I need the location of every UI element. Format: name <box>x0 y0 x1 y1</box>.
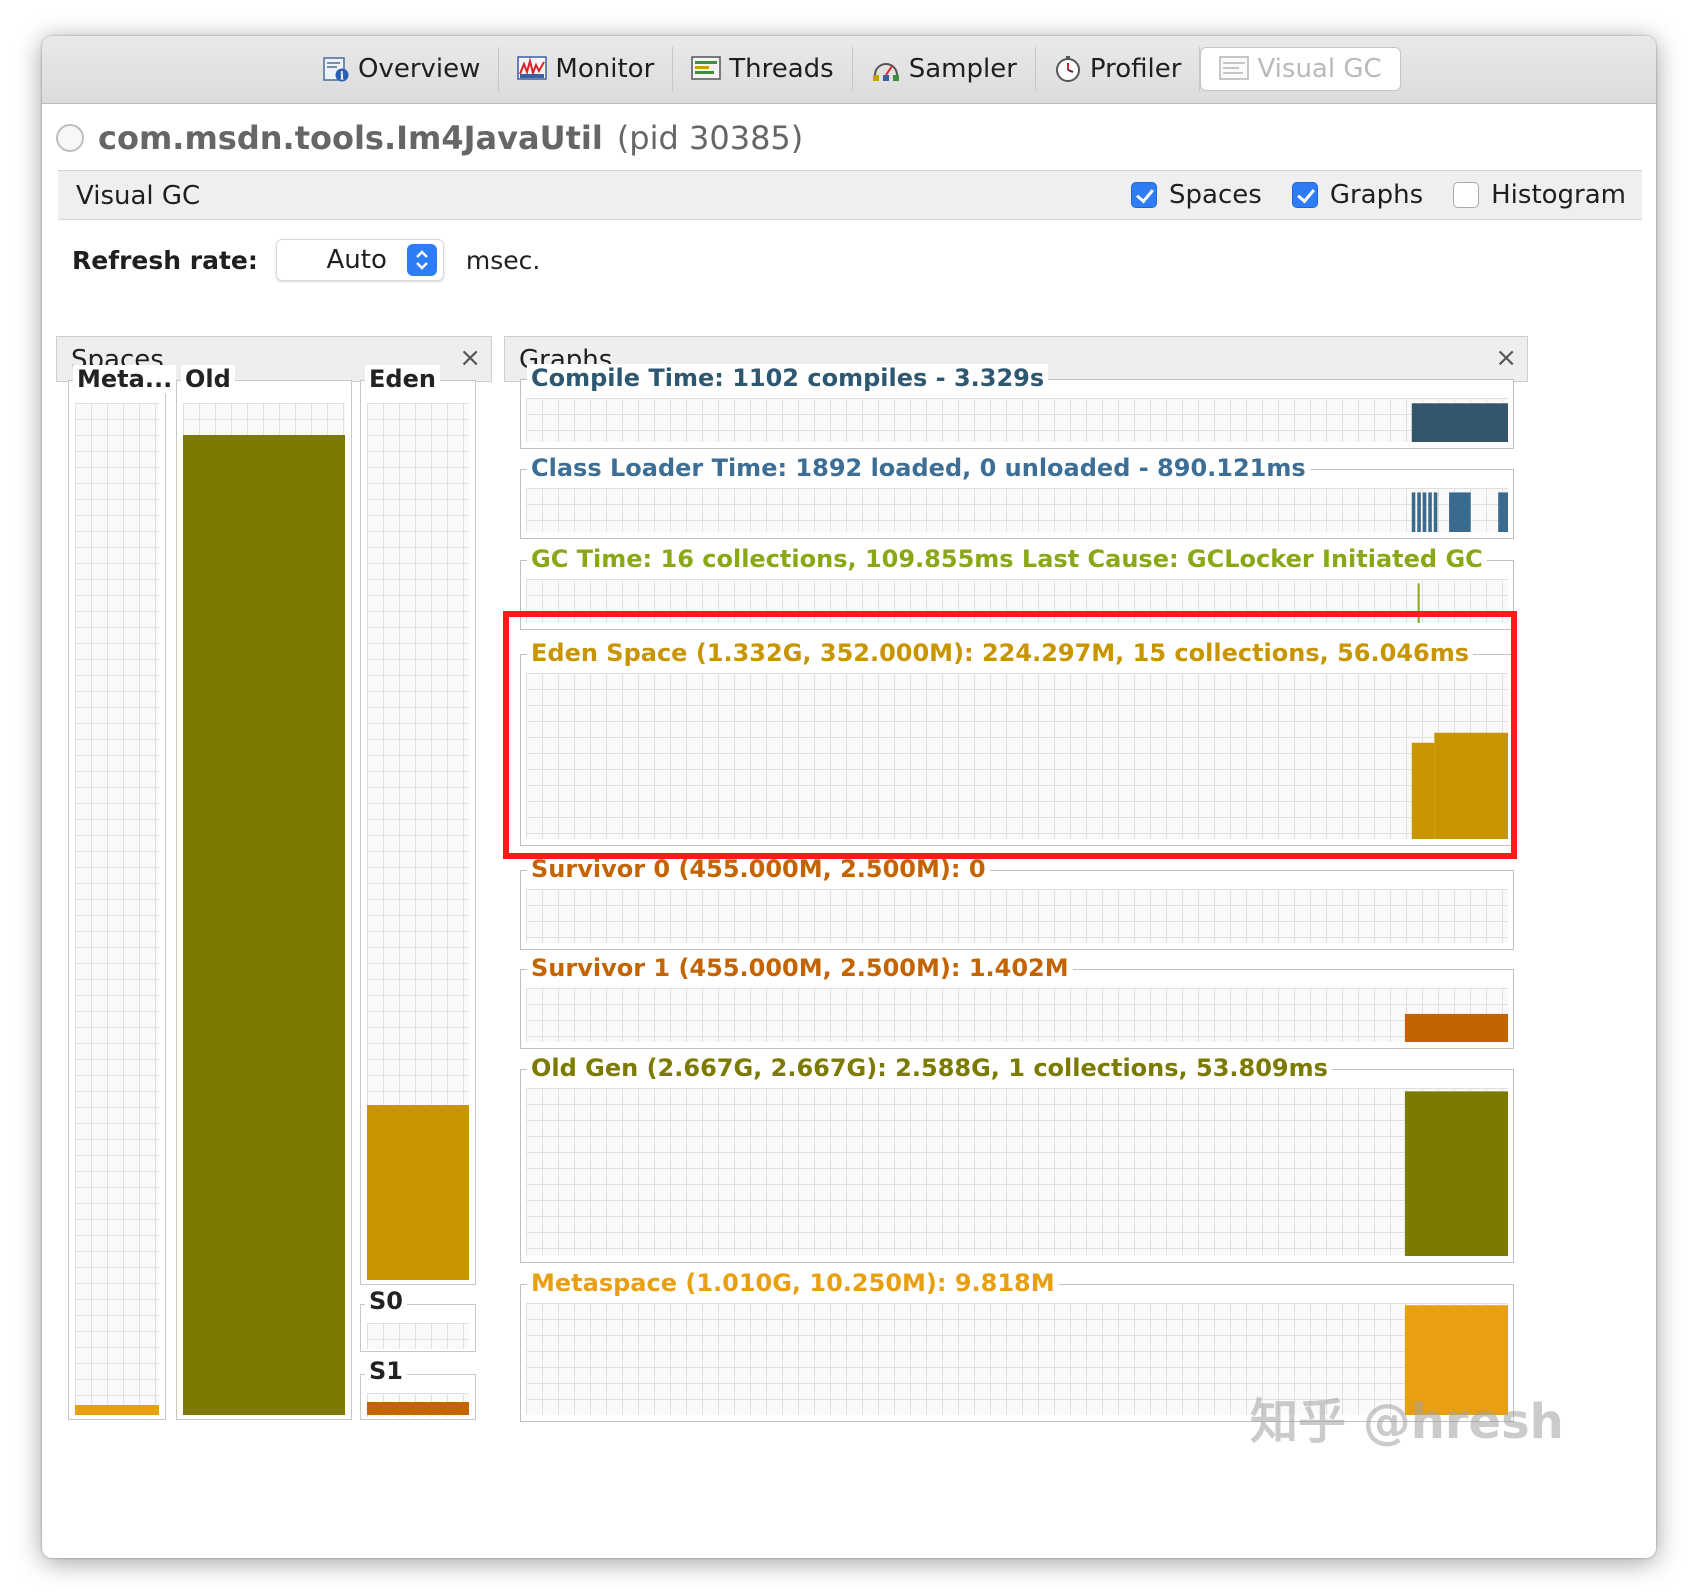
graphs-checkbox[interactable]: Graphs <box>1291 180 1424 210</box>
graph-series-mark <box>1449 492 1471 532</box>
histogram-checkbox[interactable]: Histogram <box>1453 180 1626 210</box>
tab-overview-label: Overview <box>358 54 481 84</box>
graph-title: Survivor 1 (455.000M, 2.500M): 1.402M <box>527 954 1073 982</box>
threads-icon <box>691 56 722 82</box>
graph-series-mark <box>1433 492 1438 532</box>
graph-box: Compile Time: 1102 compiles - 3.329s <box>520 364 1514 449</box>
select-stepper-icon[interactable] <box>406 244 437 276</box>
graph-series-mark <box>1417 492 1421 532</box>
graph-plot-area <box>526 988 1508 1042</box>
space-label-old: Old <box>181 365 235 393</box>
tab-visual-gc-label: Visual GC <box>1257 54 1382 84</box>
graph-series-svg <box>1411 403 1508 442</box>
graph-title: GC Time: 16 collections, 109.855ms Last … <box>527 545 1487 573</box>
tab-profiler[interactable]: Profiler <box>1036 47 1201 91</box>
graph-box: Old Gen (2.667G, 2.667G): 2.588G, 1 coll… <box>520 1054 1514 1263</box>
graph-box: Survivor 0 (455.000M, 2.500M): 0 <box>520 855 1514 950</box>
watermark: 知乎 @hresh <box>1250 1394 1564 1450</box>
status-circle-icon <box>56 124 84 152</box>
tab-profiler-label: Profiler <box>1089 54 1182 84</box>
tab-overview[interactable]: i Overview <box>304 47 500 91</box>
graph-plot-area <box>526 889 1508 943</box>
visual-gc-title: Visual GC <box>76 181 201 211</box>
graph-series-mark <box>1404 1091 1508 1256</box>
spaces-checkbox[interactable]: Spaces <box>1131 180 1262 210</box>
application-header: com.msdn.tools.Im4JavaUtil (pid 30385) <box>56 116 803 160</box>
monitor-icon <box>517 56 548 82</box>
space-column-old: Old <box>176 365 352 1420</box>
tab-monitor-label: Monitor <box>555 54 655 84</box>
graph-series-svg <box>1404 1013 1508 1042</box>
graphs-checkbox-box[interactable] <box>1291 182 1318 208</box>
refresh-rate-value: Auto <box>326 245 387 275</box>
space-fill-old <box>183 435 345 1415</box>
space-fill-metaspace <box>75 1405 159 1415</box>
space-fill-s1 <box>367 1402 469 1415</box>
tab-monitor[interactable]: Monitor <box>499 47 674 91</box>
graph-plot-area <box>526 1088 1508 1256</box>
graph-title: Class Loader Time: 1892 loaded, 0 unload… <box>527 454 1310 482</box>
graph-series-svg <box>1404 1091 1508 1256</box>
tab-threads-label: Threads <box>729 54 834 84</box>
application-name: com.msdn.tools.Im4JavaUtil <box>98 119 603 157</box>
graph-title: Old Gen (2.667G, 2.667G): 2.588G, 1 coll… <box>527 1054 1332 1082</box>
space-grid <box>75 403 159 1413</box>
space-column-s0: S0 <box>360 1287 476 1352</box>
application-pid: (pid 30385) <box>616 119 804 157</box>
tab-sampler-label: Sampler <box>908 54 1017 84</box>
graph-box: Class Loader Time: 1892 loaded, 0 unload… <box>520 454 1514 539</box>
tab-threads[interactable]: Threads <box>673 47 853 91</box>
graph-plot-area <box>526 398 1508 442</box>
histogram-checkbox-box[interactable] <box>1453 182 1480 208</box>
graph-plot-area <box>526 488 1508 532</box>
graphs-checkbox-label: Graphs <box>1329 180 1424 210</box>
space-column-metaspace: Meta... <box>68 365 177 1420</box>
profiler-icon <box>1054 55 1082 83</box>
graph-series-svg <box>526 889 1508 943</box>
refresh-rate-row: Refresh rate: Auto msec. <box>72 238 540 282</box>
graph-series-mark <box>1411 403 1508 442</box>
space-label-s1: S1 <box>365 1357 407 1385</box>
sampler-icon <box>871 55 901 83</box>
svg-text:i: i <box>340 70 344 83</box>
graph-box: Survivor 1 (455.000M, 2.500M): 1.402M <box>520 954 1514 1049</box>
spaces-panel-close-icon[interactable]: × <box>459 343 481 373</box>
space-fill-eden <box>367 1105 469 1280</box>
graph-title: Survivor 0 (455.000M, 2.500M): 0 <box>527 855 990 883</box>
space-column-eden: Eden <box>360 365 476 1285</box>
space-label-s0: S0 <box>365 1287 407 1315</box>
highlight-box <box>503 611 1517 859</box>
graph-series-svg <box>1411 492 1508 532</box>
overview-icon: i <box>322 55 350 83</box>
refresh-rate-label: Refresh rate: <box>72 245 258 275</box>
space-label-metaspace: Meta... <box>73 365 177 393</box>
visual-gc-header: Visual GC Spaces Graphs Histogram <box>58 170 1642 220</box>
graph-series-mark <box>1498 492 1508 532</box>
graph-title: Compile Time: 1102 compiles - 3.329s <box>527 364 1049 392</box>
tab-visual-gc[interactable]: Visual GC <box>1200 47 1401 91</box>
histogram-checkbox-label: Histogram <box>1491 180 1626 210</box>
tab-sampler[interactable]: Sampler <box>853 47 1036 91</box>
space-grid <box>367 1323 469 1349</box>
graph-series-mark <box>1422 492 1427 532</box>
spaces-checkbox-box[interactable] <box>1131 182 1158 208</box>
spaces-checkbox-label: Spaces <box>1169 180 1262 210</box>
graph-title: Metaspace (1.010G, 10.250M): 9.818M <box>527 1269 1059 1297</box>
graph-series-mark <box>1428 492 1432 532</box>
space-column-s1: S1 <box>360 1357 476 1420</box>
graphs-panel-close-icon[interactable]: × <box>1495 343 1517 373</box>
tab-bar: i Overview Monitor Threads Sampler Profi… <box>42 36 1656 104</box>
refresh-rate-unit: msec. <box>465 245 541 275</box>
visual-gc-icon <box>1219 56 1250 82</box>
space-label-eden: Eden <box>365 365 440 393</box>
graph-series-mark <box>1411 492 1416 532</box>
graph-series-mark <box>1404 1013 1508 1042</box>
refresh-rate-select[interactable]: Auto <box>275 239 444 281</box>
